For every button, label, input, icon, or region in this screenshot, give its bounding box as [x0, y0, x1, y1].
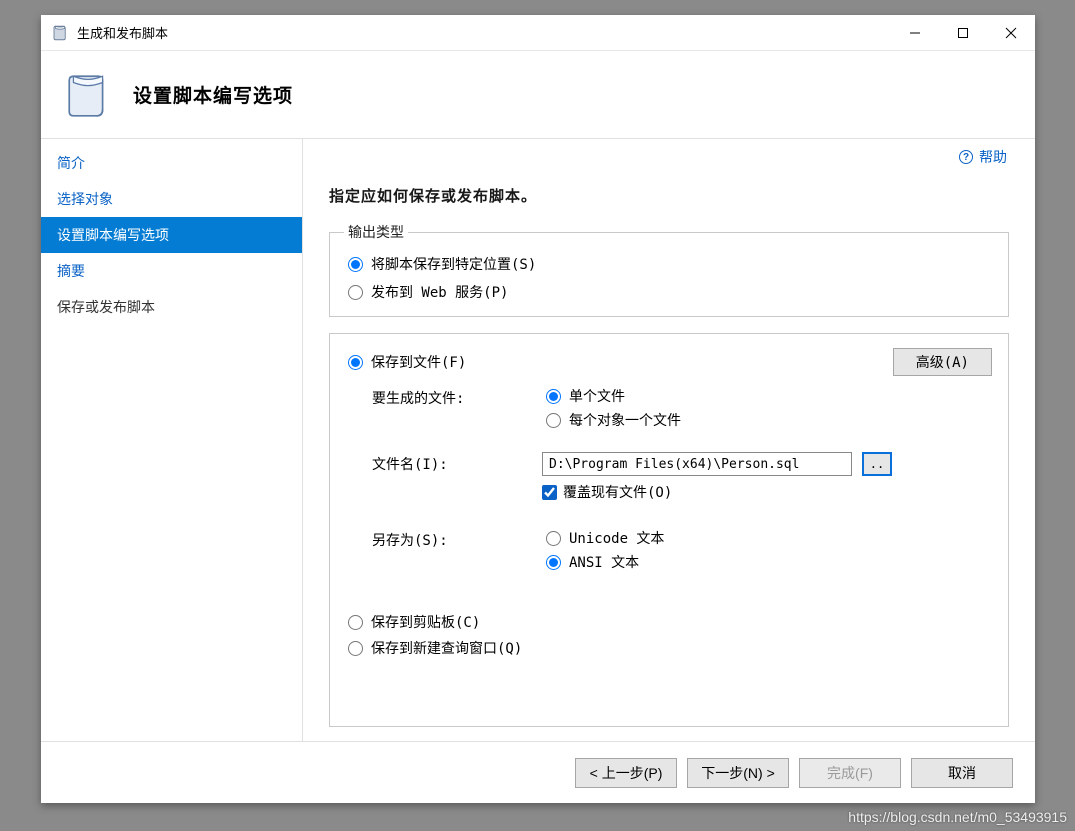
advanced-button[interactable]: 高级(A) — [893, 348, 992, 376]
radio-save-to-file[interactable]: 保存到文件(F) — [344, 352, 466, 372]
radio-new-query-window-input[interactable] — [348, 641, 363, 656]
radio-save-location[interactable]: 将脚本保存到特定位置(S) — [344, 250, 994, 278]
wizard-header: 设置脚本编写选项 — [41, 51, 1035, 139]
help-label: 帮助 — [979, 147, 1007, 167]
previous-button[interactable]: < 上一步(P) — [575, 758, 677, 788]
content-pane: ? 帮助 指定应如何保存或发布脚本。 输出类型 将脚本保存到特定位置(S) 发布… — [303, 139, 1035, 741]
overwrite-checkbox[interactable] — [542, 485, 557, 500]
radio-save-clipboard-input[interactable] — [348, 615, 363, 630]
sidebar-item-choose-objects[interactable]: 选择对象 — [41, 181, 302, 217]
radio-ansi-text-input[interactable] — [546, 555, 561, 570]
radio-publish-web[interactable]: 发布到 Web 服务(P) — [344, 278, 994, 306]
wizard-body: 简介 选择对象 设置脚本编写选项 摘要 保存或发布脚本 ? 帮助 指定应如何保存… — [41, 139, 1035, 741]
maximize-button[interactable] — [939, 15, 987, 51]
radio-save-to-file-input[interactable] — [348, 355, 363, 370]
app-icon — [51, 24, 69, 42]
output-type-legend: 输出类型 — [344, 222, 408, 242]
finish-button: 完成(F) — [799, 758, 901, 788]
script-icon — [63, 70, 113, 120]
radio-unicode-text[interactable]: Unicode 文本 — [542, 528, 992, 548]
window-title: 生成和发布脚本 — [77, 23, 891, 42]
radio-file-per-object[interactable]: 每个对象一个文件 — [542, 410, 992, 430]
sidebar-item-intro[interactable]: 简介 — [41, 145, 302, 181]
help-link[interactable]: ? 帮助 — [959, 147, 1007, 167]
titlebar: 生成和发布脚本 — [41, 15, 1035, 51]
filename-label: 文件名(I): — [372, 452, 542, 474]
sidebar-item-save-publish: 保存或发布脚本 — [41, 289, 302, 325]
radio-single-file-input[interactable] — [546, 389, 561, 404]
wizard-dialog: 生成和发布脚本 设置脚本编写选项 简介 选择对象 设置脚本编写选项 摘要 保存或… — [41, 15, 1035, 803]
filename-input[interactable] — [542, 452, 852, 476]
watermark-text: https://blog.csdn.net/m0_53493915 — [848, 809, 1067, 825]
close-button[interactable] — [987, 15, 1035, 51]
radio-file-per-object-input[interactable] — [546, 413, 561, 428]
radio-single-file[interactable]: 单个文件 — [542, 386, 992, 406]
sidebar-item-summary[interactable]: 摘要 — [41, 253, 302, 289]
overwrite-checkbox-row[interactable]: 覆盖现有文件(O) — [542, 482, 992, 502]
page-instruction: 指定应如何保存或发布脚本。 — [329, 185, 1009, 206]
help-icon: ? — [959, 150, 973, 164]
browse-button[interactable]: .. — [862, 452, 892, 476]
minimize-button[interactable] — [891, 15, 939, 51]
save-as-label: 另存为(S): — [372, 528, 542, 550]
wizard-footer: < 上一步(P) 下一步(N) > 完成(F) 取消 — [41, 741, 1035, 803]
radio-new-query-window[interactable]: 保存到新建查询窗口(Q) — [344, 638, 992, 658]
page-title: 设置脚本编写选项 — [133, 81, 293, 108]
radio-publish-web-input[interactable] — [348, 285, 363, 300]
save-details-box: 保存到文件(F) 高级(A) 要生成的文件: 单个文件 — [329, 333, 1009, 727]
wizard-sidebar: 简介 选择对象 设置脚本编写选项 摘要 保存或发布脚本 — [41, 139, 303, 741]
radio-save-location-input[interactable] — [348, 257, 363, 272]
files-to-generate-label: 要生成的文件: — [372, 386, 542, 408]
output-type-group: 输出类型 将脚本保存到特定位置(S) 发布到 Web 服务(P) — [329, 222, 1009, 317]
cancel-button[interactable]: 取消 — [911, 758, 1013, 788]
next-button[interactable]: 下一步(N) > — [687, 758, 789, 788]
radio-unicode-text-input[interactable] — [546, 531, 561, 546]
radio-save-clipboard[interactable]: 保存到剪贴板(C) — [344, 612, 992, 632]
sidebar-item-scripting-options[interactable]: 设置脚本编写选项 — [41, 217, 302, 253]
radio-ansi-text[interactable]: ANSI 文本 — [542, 552, 992, 572]
